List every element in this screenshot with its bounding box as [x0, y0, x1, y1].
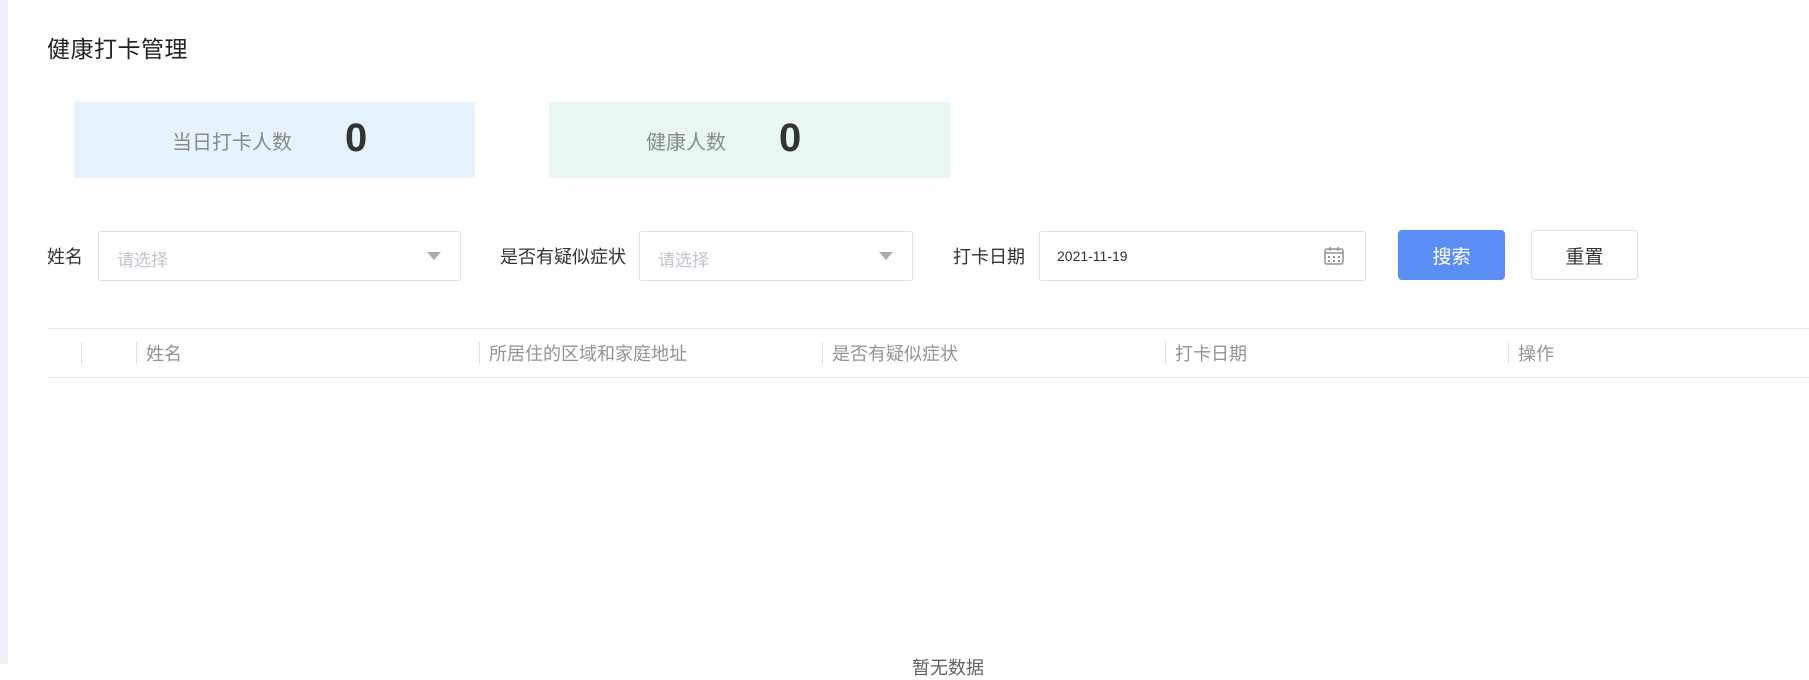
reset-button[interactable]: 重置 — [1531, 230, 1638, 280]
name-select-placeholder: 请选择 — [117, 251, 168, 271]
chevron-down-icon — [879, 252, 893, 260]
column-header-name: 姓名 — [136, 329, 479, 377]
date-picker-value: 2021-11-19 — [1057, 248, 1128, 264]
calendar-icon[interactable] — [1323, 245, 1345, 267]
stat-checkin-label: 当日打卡人数 — [172, 130, 292, 154]
chevron-down-icon — [427, 252, 441, 260]
symptom-filter-label: 是否有疑似症状 — [500, 247, 626, 268]
column-header-date: 打卡日期 — [1165, 329, 1508, 377]
stat-card-healthy: 健康人数 0 — [549, 102, 950, 178]
checkin-table: 姓名 所居住的区域和家庭地址 是否有疑似症状 打卡日期 操作 — [47, 328, 1809, 378]
date-filter-label: 打卡日期 — [953, 247, 1025, 268]
page-title: 健康打卡管理 — [47, 37, 188, 63]
symptom-select[interactable]: 请选择 — [639, 231, 913, 281]
column-header-actions: 操作 — [1508, 329, 1808, 377]
date-picker[interactable]: 2021-11-19 — [1039, 231, 1366, 281]
column-header-selection — [81, 329, 135, 377]
column-header-address: 所居住的区域和家庭地址 — [479, 329, 822, 377]
symptom-select-placeholder: 请选择 — [658, 251, 709, 271]
table-header: 姓名 所居住的区域和家庭地址 是否有疑似症状 打卡日期 操作 — [47, 328, 1809, 378]
search-button[interactable]: 搜索 — [1398, 230, 1505, 280]
table-empty-text: 暂无数据 — [912, 658, 984, 679]
stat-healthy-label: 健康人数 — [646, 130, 726, 154]
name-select[interactable]: 请选择 — [98, 231, 461, 281]
left-sidebar-edge — [0, 0, 8, 664]
column-header-symptom: 是否有疑似症状 — [822, 329, 1165, 377]
name-filter-label: 姓名 — [47, 247, 83, 268]
stat-healthy-value: 0 — [779, 116, 802, 160]
stat-checkin-value: 0 — [345, 116, 368, 160]
stat-card-checkin: 当日打卡人数 0 — [74, 102, 475, 178]
